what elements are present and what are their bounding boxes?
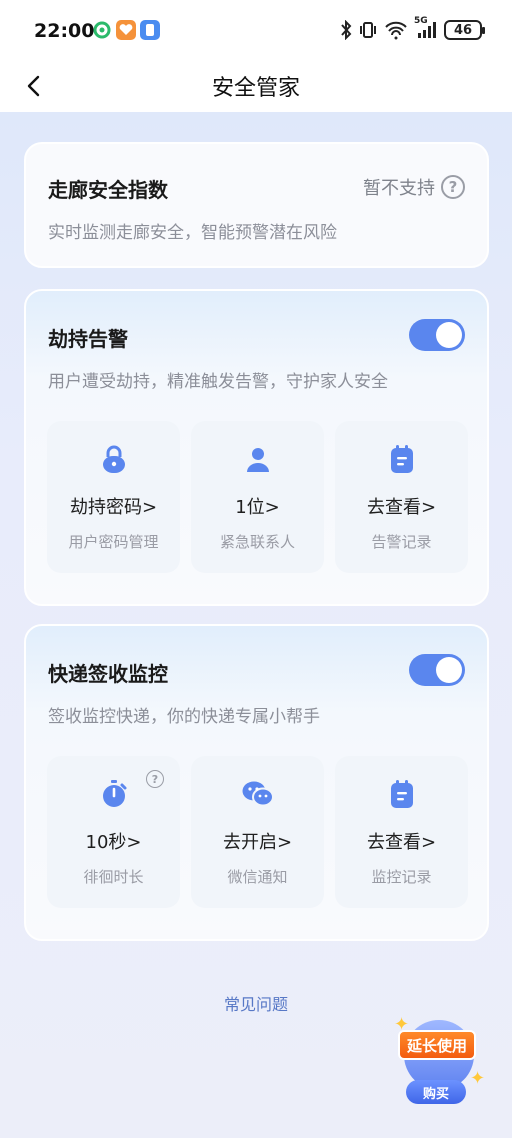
faq-link[interactable]: 常见问题 <box>0 991 512 1015</box>
hijack-desc: 用户遭受劫持，精准触发告警，守护家人安全 <box>48 372 388 392</box>
extend-use-promo[interactable]: ✦ ✦ 延长使用 购买 <box>394 1014 486 1114</box>
delivery-toggle[interactable] <box>409 654 465 686</box>
delivery-title: 快递签收监控 <box>48 662 168 686</box>
tile-main-label: 去查看> <box>366 832 437 853</box>
status-time: 22:00 <box>34 20 95 42</box>
sparkle-icon: ✦ <box>470 1068 486 1089</box>
app-badge-icon <box>140 20 160 40</box>
toggle-knob <box>436 322 462 348</box>
battery-icon: 46 <box>444 20 485 40</box>
lock-icon <box>47 443 180 475</box>
promo-tag: 延长使用 <box>398 1030 476 1060</box>
corridor-safety-card: 走廊安全指数 暂不支持 ? 实时监测走廊安全，智能预警潜在风险 <box>24 142 489 268</box>
corridor-status[interactable]: 暂不支持 ? <box>363 174 465 200</box>
page-title: 安全管家 <box>211 76 300 101</box>
heart-app-icon <box>116 20 136 40</box>
vibrate-icon <box>358 20 378 40</box>
buy-button[interactable]: 购买 <box>406 1080 466 1104</box>
hijack-alarm-card: 劫持告警 用户遭受劫持，精准触发告警，守护家人安全 劫持密码> 用户密码管理 1… <box>24 289 489 606</box>
help-icon[interactable]: ? <box>441 175 465 199</box>
tile-main-label: 去查看> <box>366 497 437 518</box>
tile-main-label: 1位> <box>235 497 280 518</box>
loiter-duration-tile[interactable]: ? 10秒> 徘徊时长 <box>47 756 180 908</box>
tile-sub-label: 监控记录 <box>371 868 432 886</box>
status-icons: 5G 46 <box>340 16 485 42</box>
toggle-knob <box>436 657 462 683</box>
tile-sub-label: 徘徊时长 <box>83 868 144 886</box>
corridor-title: 走廊安全指数 <box>48 178 168 202</box>
clipboard-icon <box>335 778 468 810</box>
tile-sub-label: 告警记录 <box>371 533 432 551</box>
wechat-notify-tile[interactable]: 去开启> 微信通知 <box>191 756 324 908</box>
hijack-password-tile[interactable]: 劫持密码> 用户密码管理 <box>47 421 180 573</box>
monitor-record-tile[interactable]: 去查看> 监控记录 <box>335 756 468 908</box>
alarm-record-tile[interactable]: 去查看> 告警记录 <box>335 421 468 573</box>
wechat-icon <box>191 778 324 810</box>
wifi-icon <box>384 20 408 40</box>
emergency-contact-tile[interactable]: 1位> 紧急联系人 <box>191 421 324 573</box>
tile-main-label: 10秒> <box>85 832 142 853</box>
tile-main-label: 劫持密码> <box>69 497 158 518</box>
network-type: 5G <box>414 16 428 26</box>
hijack-toggle[interactable] <box>409 319 465 351</box>
tile-sub-label: 用户密码管理 <box>68 533 159 551</box>
status-bar: 22:00 5G 46 <box>0 0 512 60</box>
clipboard-icon <box>335 443 468 475</box>
corridor-status-label: 暂不支持 <box>363 178 435 199</box>
nav-bar: 安全管家 <box>0 60 512 112</box>
signal-icon: 5G <box>414 16 438 40</box>
corridor-desc: 实时监测走廊安全，智能预警潜在风险 <box>48 223 337 243</box>
person-icon <box>191 443 324 475</box>
bluetooth-icon <box>340 20 352 40</box>
tile-sub-label: 微信通知 <box>227 868 288 886</box>
delivery-desc: 签收监控快递，你的快递专属小帮手 <box>48 707 320 727</box>
hijack-title: 劫持告警 <box>48 327 128 351</box>
tile-main-label: 去开启> <box>222 832 293 853</box>
wechat-mini-icon <box>92 20 112 40</box>
delivery-monitor-card: 快递签收监控 签收监控快递，你的快递专属小帮手 ? 10秒> 徘徊时长 去开启>… <box>24 624 489 941</box>
tile-sub-label: 紧急联系人 <box>219 533 295 551</box>
stopwatch-icon <box>47 778 180 810</box>
